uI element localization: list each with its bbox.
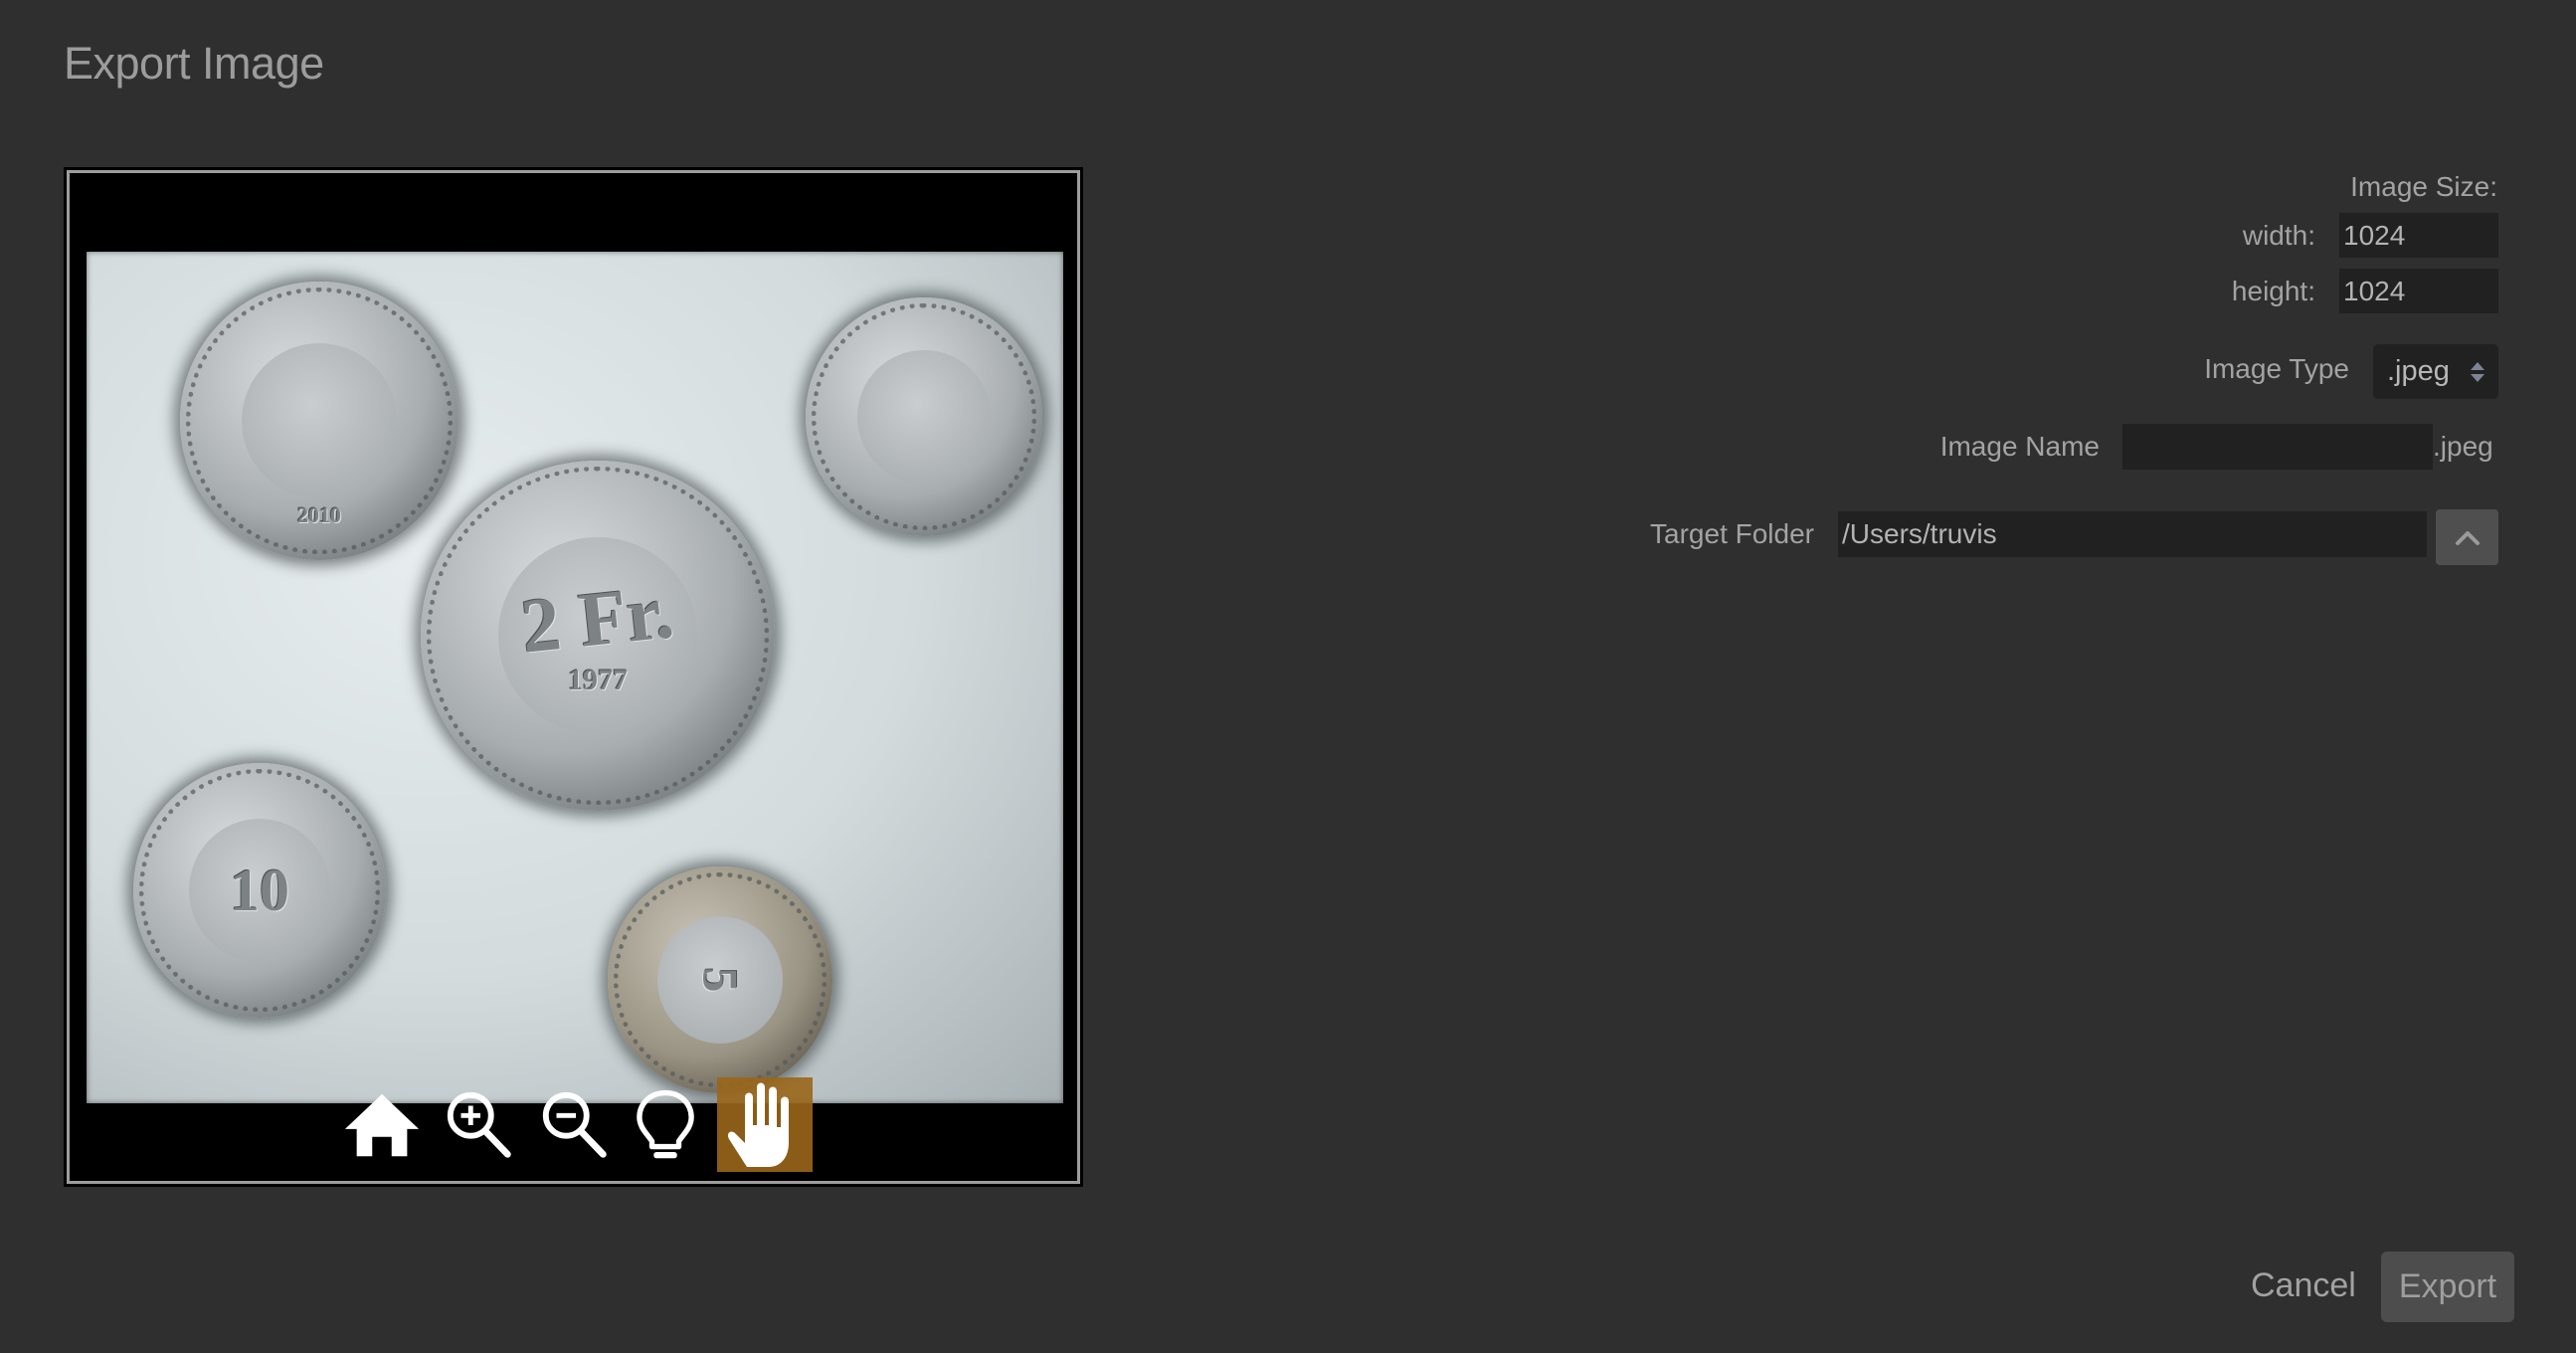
zoom-out-button[interactable] (537, 1089, 615, 1161)
image-preview[interactable]: 2010 2 Fr. 1977 10 5 (64, 167, 1083, 1187)
zoom-out-icon (542, 1091, 607, 1158)
coin-20-rappen: 2010 (180, 282, 459, 560)
hand-icon (727, 1082, 789, 1167)
preview-photo: 2010 2 Fr. 1977 10 5 (87, 252, 1063, 1103)
zoom-in-button[interactable] (442, 1089, 519, 1161)
cancel-button[interactable]: Cancel (2251, 1266, 2356, 1305)
image-size-label: Image Size: (2350, 171, 2497, 202)
target-folder-label: Target Folder (1650, 518, 1814, 549)
coin-half-franc (806, 297, 1042, 536)
light-button[interactable] (631, 1089, 700, 1161)
image-type-value: .jpeg (2387, 355, 2450, 387)
pan-button[interactable] (717, 1077, 813, 1172)
width-label: width: (2242, 220, 2315, 251)
image-name-label: Image Name (1939, 431, 2100, 462)
image-type-label: Image Type (2204, 353, 2349, 384)
height-label: height: (2231, 276, 2315, 306)
chevron-up-icon (2455, 531, 2480, 545)
coin-5-rappen: 5 (608, 867, 832, 1093)
updown-arrows-icon (2471, 362, 2484, 382)
image-name-suffix: .jpeg (2433, 431, 2493, 462)
image-type-select[interactable]: .jpeg (2373, 344, 2498, 399)
zoom-in-icon (447, 1091, 511, 1158)
home-icon (344, 1093, 420, 1157)
coin-10-rappen: 10 (133, 763, 386, 1018)
image-name-input[interactable] (2122, 424, 2433, 470)
target-folder-input[interactable]: /Users/truvis (1838, 511, 2427, 557)
choose-folder-button[interactable] (2436, 509, 2498, 565)
height-input[interactable]: 1024 (2339, 269, 2498, 313)
lightbulb-icon (637, 1089, 694, 1159)
home-button[interactable] (343, 1089, 421, 1161)
dialog-title: Export Image (64, 38, 324, 89)
coin-2-franc: 2 Fr. 1977 (421, 461, 775, 811)
export-button[interactable]: Export (2381, 1252, 2514, 1322)
viewer-toolbar (342, 1077, 813, 1173)
width-input[interactable]: 1024 (2339, 213, 2498, 258)
